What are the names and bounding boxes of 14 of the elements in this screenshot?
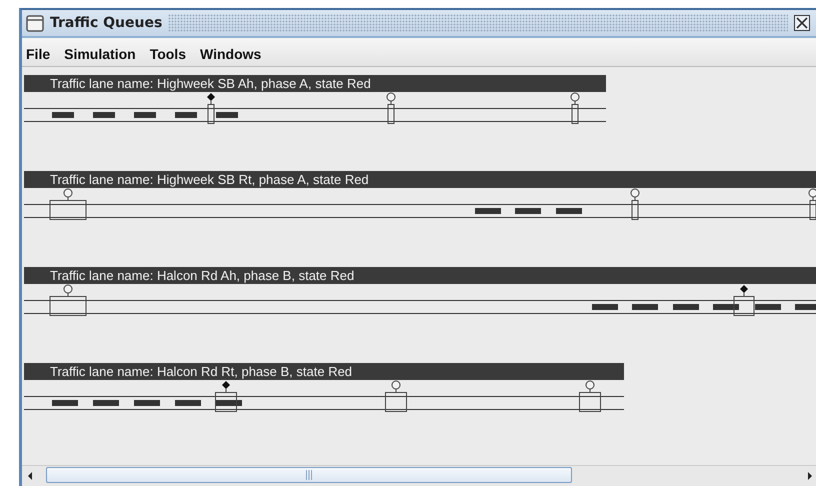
grip-icon bbox=[305, 470, 313, 480]
lane-header: Traffic lane name: Highweek SB Ah, phase A, state Red bbox=[24, 75, 606, 92]
menu-item[interactable]: File bbox=[26, 46, 50, 62]
scroll-thumb[interactable] bbox=[46, 467, 572, 483]
menu-item[interactable]: Tools bbox=[150, 46, 186, 62]
menu-item[interactable]: Simulation bbox=[64, 46, 136, 62]
window-icon bbox=[26, 14, 44, 32]
close-icon[interactable] bbox=[794, 15, 810, 31]
menu-item[interactable]: Windows bbox=[200, 46, 262, 62]
lane-header: Traffic lane name: Halcon Rd Rt, phase B, state Red bbox=[24, 363, 624, 380]
window-title: Traffic Queues bbox=[50, 15, 162, 31]
lane-header: Traffic lane name: Halcon Rd Ah, phase B, state Red bbox=[24, 267, 816, 284]
horizontal-scrollbar[interactable] bbox=[22, 465, 816, 486]
lane-header: Traffic lane name: Highweek SB Rt, phase A, state Red bbox=[24, 171, 816, 188]
